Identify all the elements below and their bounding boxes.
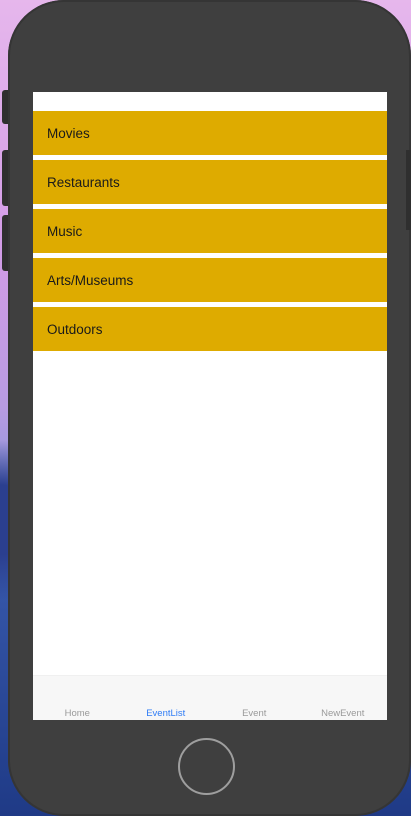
tab-label: NewEvent [321,708,365,719]
category-label: Restaurants [47,174,120,190]
category-label: Outdoors [47,321,103,337]
app-screen: Movies Restaurants Music Arts/Museums Ou… [33,92,387,720]
tab-label: Event [242,708,267,719]
category-row-outdoors[interactable]: Outdoors [33,307,387,351]
tab-newevent[interactable]: NewEvent [299,676,388,720]
category-row-music[interactable]: Music [33,209,387,253]
category-row-arts-museums[interactable]: Arts/Museums [33,258,387,302]
category-row-restaurants[interactable]: Restaurants [33,160,387,204]
category-label: Music [47,223,83,239]
category-row-movies[interactable]: Movies [33,111,387,155]
tab-bar: Home EventList Event NewEvent [33,675,387,720]
tab-label: EventList [146,708,186,719]
category-list: Movies Restaurants Music Arts/Museums Ou… [33,111,387,356]
tab-home[interactable]: Home [33,676,122,720]
tab-eventlist[interactable]: EventList [122,676,211,720]
category-label: Movies [47,125,90,141]
home-button[interactable] [178,738,235,795]
tab-event[interactable]: Event [210,676,299,720]
tab-label: Home [64,708,90,719]
power-button [406,150,411,230]
category-label: Arts/Museums [47,272,134,288]
